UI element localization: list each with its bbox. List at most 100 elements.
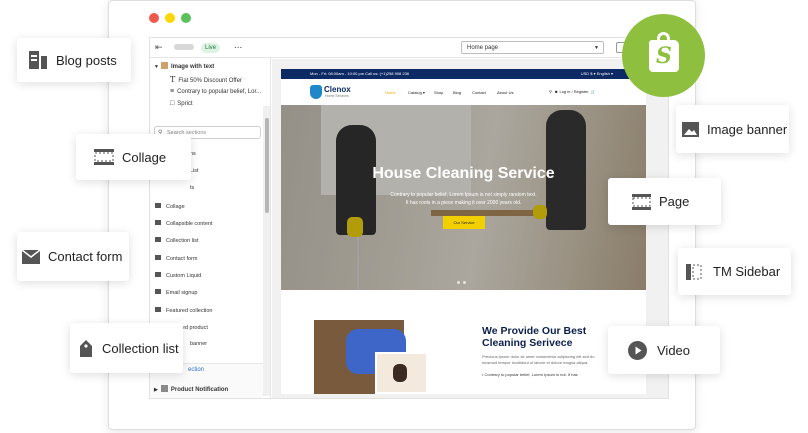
- section-list-item[interactable]: Email signup: [155, 289, 198, 296]
- nav-contact[interactable]: Contact: [472, 90, 486, 95]
- more-options-icon[interactable]: ...: [234, 40, 242, 51]
- nav-catalog[interactable]: Catalog ▾: [408, 90, 425, 95]
- section-list-item[interactable]: Collage: [155, 203, 185, 210]
- maximize-window-dot[interactable]: [181, 13, 191, 23]
- site-header: Clenox Home Services Home Catalog ▾ Shop…: [281, 79, 646, 105]
- tree-item-label: Flat 50% Discount Offer: [178, 78, 242, 84]
- chevron-down-icon: ▼: [594, 45, 599, 51]
- page-section-icon: [632, 193, 651, 210]
- section-label: List: [190, 168, 199, 174]
- tree-item-label: Sprict: [177, 101, 193, 107]
- section-label: banner: [190, 341, 208, 347]
- section-list-item[interactable]: Featured collection: [155, 307, 212, 314]
- logo-name[interactable]: Clenox: [324, 85, 351, 94]
- editor-topbar: ⇤ Live ... Home page ▼: [150, 38, 668, 58]
- collage-icon: [94, 149, 114, 165]
- about-bullet: • Contrary to popular belief, Lorem Ipsu…: [482, 372, 578, 377]
- tag-icon: [155, 307, 161, 312]
- image-icon: [682, 121, 699, 137]
- tree-section-image-with-text[interactable]: ▼ Image with text: [154, 62, 214, 70]
- section-list-item[interactable]: Contact form: [155, 255, 197, 262]
- section-label: Featured collection: [166, 308, 213, 314]
- tag-contact-form: Contact form: [17, 232, 129, 281]
- sidebar-layout-icon: [686, 263, 702, 280]
- section-label: Collapsible content: [166, 221, 213, 227]
- tag-blog-posts: Blog posts: [17, 38, 131, 82]
- tag-label: Video: [657, 342, 691, 358]
- section-label: ts: [190, 185, 195, 191]
- exit-icon[interactable]: ⇤: [155, 42, 166, 53]
- tree-item[interactable]: □ Sprict: [170, 100, 193, 107]
- button-block-icon: □: [170, 100, 175, 107]
- section-icon: [160, 385, 168, 392]
- page-select[interactable]: Home page ▼: [461, 41, 604, 54]
- code-icon: [155, 272, 161, 277]
- section-label: Email signup: [166, 290, 198, 296]
- tag-image-banner: Image banner: [676, 105, 789, 153]
- nav-home[interactable]: Home: [385, 90, 396, 95]
- our-service-button[interactable]: Our Service: [443, 216, 485, 229]
- about-bullet-text: Contrary to popular belief, Lorem Ipsum …: [484, 372, 578, 377]
- theme-editor: ⇤ Live ... Home page ▼ ▼ Image with text …: [149, 37, 669, 399]
- slider-dot[interactable]: [463, 281, 466, 284]
- shopping-bag-icon: S: [649, 32, 679, 72]
- tag-label: Collage: [122, 149, 167, 165]
- shopify-logo: S: [622, 14, 705, 97]
- tree-section-product-notification[interactable]: ▶ Product Notification: [154, 385, 228, 393]
- play-icon: [628, 340, 647, 360]
- tree-item-label: Contrary to popular belief, Lor...: [177, 89, 262, 95]
- tag-video: Video: [608, 326, 720, 374]
- nav-blog[interactable]: Blog: [453, 90, 461, 95]
- logo-icon[interactable]: [310, 85, 322, 99]
- store-name-placeholder: [174, 44, 194, 50]
- section-label: Collage: [166, 204, 185, 210]
- live-badge: Live: [201, 43, 221, 53]
- website-preview: Mon - Fri: 08:00am - 10:00 pm Call us: (…: [281, 69, 646, 394]
- collection-tag-icon: [80, 340, 92, 357]
- paragraph-icon: ≡: [170, 88, 175, 95]
- collapse-arrow-icon: ▼: [154, 64, 159, 70]
- section-list-item[interactable]: List: [190, 168, 199, 174]
- slider-dot[interactable]: [457, 281, 460, 284]
- sidebar-scrollbar-thumb[interactable]: [265, 118, 269, 213]
- nav-about-us[interactable]: About Us: [497, 90, 513, 95]
- site-topbar-locale[interactable]: USD $ ▾ English ▾: [581, 69, 613, 79]
- site-header-actions[interactable]: ⚲ ☻ Log in / Register 🛒: [549, 89, 596, 94]
- envelope-icon: [22, 249, 40, 264]
- shopify-s-glyph: S: [656, 43, 672, 69]
- section-list-item[interactable]: ts: [190, 185, 194, 191]
- hero-subtitle: Contrary to popular belief, Lorem Ipsum …: [281, 191, 646, 207]
- hero-title: House Cleaning Service: [372, 165, 555, 182]
- hero-subtitle-line: Contrary to popular belief, Lorem Ipsum …: [390, 192, 537, 198]
- tree-section-label: Product Notification: [170, 387, 229, 393]
- tag-tm-sidebar: TM Sidebar: [678, 248, 791, 295]
- stage: ⇤ Live ... Home page ▼ ▼ Image with text …: [0, 0, 808, 433]
- collapsible-icon: [155, 220, 161, 225]
- section-list-item[interactable]: banner: [190, 341, 207, 347]
- section-label: Custom Liquid: [166, 273, 202, 279]
- tree-item[interactable]: ≡ Contrary to popular belief, Lor...: [170, 88, 261, 95]
- section-label: Collection list: [166, 238, 199, 244]
- section-list-item[interactable]: Collapsible content: [155, 220, 212, 227]
- nav-shop[interactable]: Shop: [434, 90, 443, 95]
- site-topbar: Mon - Fri: 08:00am - 10:00 pm Call us: (…: [281, 69, 646, 79]
- tree-item[interactable]: T Flat 50% Discount Offer: [170, 75, 242, 84]
- minimize-window-dot[interactable]: [165, 13, 175, 23]
- close-window-dot[interactable]: [149, 13, 159, 23]
- tag-label: Page: [659, 194, 690, 209]
- section-list-item[interactable]: Custom Liquid: [155, 272, 201, 279]
- hero-banner: House Cleaning Service Contrary to popul…: [281, 105, 646, 290]
- window-controls: [149, 13, 191, 23]
- hero-slider-dots[interactable]: [457, 281, 466, 284]
- section-list-item[interactable]: Collection list: [155, 237, 198, 244]
- add-section-link[interactable]: ection: [188, 367, 204, 373]
- login-link[interactable]: Log in / Register: [559, 89, 588, 94]
- hero-subtitle-line: It has roots in a piece making it over 2…: [405, 200, 522, 206]
- tag-label: Contact form: [48, 249, 123, 264]
- page-select-value: Home page: [467, 45, 499, 51]
- about-text: Precious ipsum dolor sit amet consectetu…: [482, 354, 595, 365]
- envelope-icon: [155, 289, 161, 294]
- expand-arrow-icon: ▶: [154, 387, 158, 393]
- tag-page: Page: [608, 178, 721, 225]
- about-image-cleaner: [375, 352, 428, 394]
